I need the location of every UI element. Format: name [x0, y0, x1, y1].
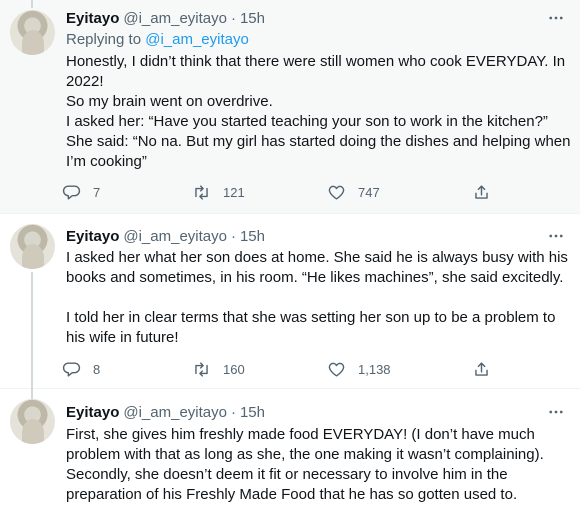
- author-handle[interactable]: @i_am_eyitayo: [123, 10, 227, 27]
- like-button[interactable]: 747: [327, 182, 380, 202]
- tweet[interactable]: Eyitayo @i_am_eyitayo · 15h Replying to …: [0, 0, 580, 214]
- author-name[interactable]: Eyitayo: [66, 228, 119, 245]
- reply-bubble-icon: [62, 184, 81, 200]
- reply-count: 8: [93, 361, 101, 377]
- reply-bubble-icon: [62, 361, 81, 377]
- tweet-text: Honestly, I didn’t think that there were…: [66, 52, 572, 172]
- tweet-header: Eyitayo @i_am_eyitayo · 15h: [66, 8, 566, 28]
- heart-icon: [328, 185, 345, 200]
- share-icon: [475, 184, 488, 199]
- author-handle[interactable]: @i_am_eyitayo: [123, 228, 227, 245]
- tweet-text: I asked her what her son does at home. S…: [66, 248, 572, 348]
- separator-dot: ·: [230, 227, 236, 245]
- share-button[interactable]: [472, 359, 491, 379]
- separator-dot: ·: [230, 9, 236, 27]
- tweet-header: Eyitayo @i_am_eyitayo · 15h: [66, 402, 566, 422]
- avatar[interactable]: [10, 10, 55, 55]
- reply-count: 7: [93, 184, 101, 200]
- tweet-text-line: I asked her: “Have you started teaching …: [66, 113, 548, 130]
- reply-button[interactable]: 8: [62, 359, 100, 379]
- tweet[interactable]: Eyitayo @i_am_eyitayo · 15h I asked her …: [0, 214, 580, 389]
- author-name[interactable]: Eyitayo: [66, 10, 119, 27]
- more-horizontal-icon[interactable]: [546, 226, 566, 246]
- tweet-text-line: First, she gives him freshly made food E…: [66, 426, 544, 463]
- author-handle[interactable]: @i_am_eyitayo: [123, 404, 227, 421]
- avatar[interactable]: [10, 224, 55, 269]
- like-count: 747: [358, 184, 380, 200]
- retweet-count: 121: [223, 184, 245, 200]
- thread-line: [31, 0, 33, 8]
- retweet-button[interactable]: 160: [192, 359, 245, 379]
- thread-line: [31, 389, 33, 399]
- tweet-text-line: Secondly, she doesn’t deem it fit or nec…: [66, 466, 518, 503]
- tweet-text-line: Honestly, I didn’t think that there were…: [66, 53, 566, 90]
- tweet-text-line: So my brain went on overdrive.: [66, 93, 273, 110]
- separator-dot: ·: [230, 403, 236, 421]
- share-button[interactable]: [472, 182, 491, 202]
- tweet-actions: 8 160 1,138: [62, 359, 502, 379]
- heart-icon: [328, 362, 345, 377]
- tweet-text-line: I told her in clear terms that she was s…: [66, 309, 556, 346]
- timestamp[interactable]: 15h: [240, 404, 265, 421]
- share-icon: [475, 361, 488, 376]
- replying-to-mention[interactable]: @i_am_eyitayo: [145, 31, 249, 48]
- author-name[interactable]: Eyitayo: [66, 404, 119, 421]
- retweet-icon: [195, 361, 208, 377]
- tweet[interactable]: Eyitayo @i_am_eyitayo · 15h First, she g…: [0, 389, 580, 515]
- tweet-text-line: I asked her what her son does at home. S…: [66, 249, 568, 286]
- replying-to: Replying to @i_am_eyitayo: [66, 31, 249, 48]
- retweet-count: 160: [223, 361, 245, 377]
- tweet-text: First, she gives him freshly made food E…: [66, 425, 572, 505]
- avatar[interactable]: [10, 399, 55, 444]
- timestamp[interactable]: 15h: [240, 228, 265, 245]
- timestamp[interactable]: 15h: [240, 10, 265, 27]
- tweet-actions: 7 121 747: [62, 182, 502, 202]
- retweet-icon: [195, 184, 208, 200]
- like-button[interactable]: 1,138: [327, 359, 391, 379]
- like-count: 1,138: [358, 361, 391, 377]
- more-horizontal-icon[interactable]: [546, 8, 566, 28]
- tweet-text-line: She said: “No na. But my girl has starte…: [66, 133, 571, 170]
- thread-line: [31, 272, 33, 389]
- retweet-button[interactable]: 121: [192, 182, 245, 202]
- replying-to-label: Replying to: [66, 31, 142, 48]
- more-horizontal-icon[interactable]: [546, 402, 566, 422]
- tweet-header: Eyitayo @i_am_eyitayo · 15h: [66, 226, 566, 246]
- reply-button[interactable]: 7: [62, 182, 100, 202]
